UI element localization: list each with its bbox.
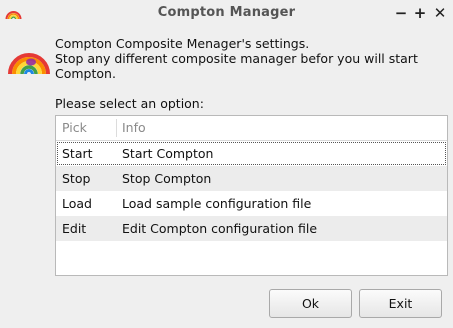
rainbow-icon	[8, 53, 50, 75]
exit-button[interactable]: Exit	[359, 289, 442, 318]
row-info: Stop Compton	[122, 171, 212, 186]
row-pick: Load	[62, 196, 92, 211]
column-header-info[interactable]: Info	[122, 120, 146, 135]
row-info: Edit Compton configuration file	[122, 221, 318, 236]
column-header-pick[interactable]: Pick	[62, 120, 87, 135]
row-info: Load sample configuration file	[122, 196, 312, 211]
message-line: Compton Composite Menager's settings.	[55, 36, 310, 51]
list-row-edit[interactable]: Edit Edit Compton configuration file	[56, 216, 447, 241]
select-prompt: Please select an option:	[55, 96, 204, 111]
row-pick: Stop	[62, 171, 91, 186]
message-line: Compton.	[55, 66, 116, 81]
row-info: Start Compton	[122, 146, 214, 161]
window-title: Compton Manager	[157, 5, 296, 20]
options-list[interactable]: Pick Info Start Start Compton Stop Stop …	[55, 115, 448, 276]
list-row-stop[interactable]: Stop Stop Compton	[56, 166, 447, 191]
close-button[interactable]: ✕	[431, 3, 449, 23]
list-row-start[interactable]: Start Start Compton	[56, 141, 447, 166]
info-message: Compton Composite Menager's settings. St…	[55, 36, 418, 81]
dialog-window: Compton Manager − + ✕ Compton Composite …	[0, 0, 453, 328]
message-line: Stop any different composite manager bef…	[55, 51, 418, 66]
maximize-button[interactable]: +	[411, 3, 429, 23]
row-pick: Edit	[62, 221, 87, 236]
ok-button[interactable]: Ok	[269, 289, 352, 318]
title-bar[interactable]: Compton Manager − + ✕	[0, 0, 453, 27]
list-header: Pick Info	[56, 116, 447, 141]
list-row-load[interactable]: Load Load sample configuration file	[56, 191, 447, 216]
row-pick: Start	[62, 146, 93, 161]
minimize-button[interactable]: −	[392, 3, 410, 23]
column-divider	[116, 119, 117, 137]
